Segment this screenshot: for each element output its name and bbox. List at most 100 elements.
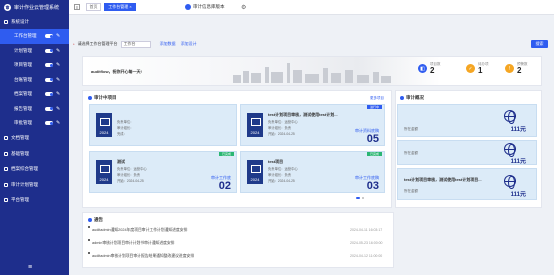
sidebar-item-approval[interactable]: 审批管理 ✎ — [0, 116, 69, 131]
overview-card-title: test计划项目审核，测试使用test计划项目... — [404, 177, 482, 182]
project-card[interactable]: 进行中 2024 test计划项目审核，测试使用test计划... 负责单位：运… — [240, 104, 385, 146]
edit-icon[interactable]: ✎ — [56, 120, 60, 126]
search-button[interactable]: 搜索 — [531, 40, 548, 48]
app-logo[interactable]: 审 审计作业云管理系统 — [0, 0, 69, 15]
toggle-switch[interactable] — [45, 106, 53, 111]
notice-item[interactable]: auditadmin审核计划项目审计报告结果通知整改建议进度安排 — [92, 254, 194, 259]
warning-icon: ! — [505, 64, 514, 73]
stat-todo[interactable]: ✓ 待办项 1 — [466, 62, 489, 75]
project-title: test项目 — [268, 159, 284, 164]
notice-date: 2024-05-23 16:00:00 — [350, 241, 383, 245]
status-badge: 已完成 — [218, 152, 234, 156]
globe-icon — [504, 143, 516, 157]
bullet — [88, 239, 90, 241]
edit-icon[interactable]: ✎ — [56, 77, 60, 83]
edit-icon[interactable]: ✎ — [56, 106, 60, 112]
project-card[interactable]: 已完成 2024 test项目 负责单位：运营中心 审计组长：负责 开始：202… — [240, 151, 385, 193]
notice-date: 2024-04-12 11:00:00 — [350, 254, 383, 258]
sidebar-item-platform[interactable]: 平台管理 — [0, 193, 69, 209]
toggle-switch[interactable] — [45, 48, 53, 53]
sidebar-group-label: 系统设计 — [11, 19, 29, 24]
sidebar-item-plan[interactable]: 计划管理 ✎ — [0, 44, 69, 59]
workbench-select[interactable]: 工作台 — [120, 40, 151, 48]
toggle-switch[interactable] — [45, 77, 53, 82]
globe-icon — [504, 110, 516, 124]
sidebar-item-basic[interactable]: 基础管理 — [0, 146, 69, 162]
section-icon — [88, 96, 92, 100]
sidebar-item-archive[interactable]: 档案管理 ✎ — [0, 87, 69, 102]
project-meta: 审计组长：负责 — [268, 173, 292, 177]
project-meta: 审计组长： — [117, 126, 134, 130]
overview-card[interactable]: 所在金额 111元 — [397, 140, 537, 165]
stat-projects[interactable]: ◧ 项目数 2 — [418, 62, 441, 75]
sidebar-item-label: 基础管理 — [11, 150, 29, 156]
project-meta: 负责单位： — [117, 120, 134, 124]
projects-title: 审计中项目 — [88, 95, 117, 101]
project-book-icon: 2024 — [96, 160, 112, 184]
overview-card[interactable]: 所在金额 111元 — [397, 104, 537, 137]
sidebar-item-workbench[interactable]: 工作台管理 ✎ — [0, 29, 69, 44]
required-mark: * — [73, 41, 75, 47]
sidebar-item-report[interactable]: 报告管理 ✎ — [0, 102, 69, 117]
notice-item[interactable]: admin审核计划项目审计计划书审计通知进度安排 — [92, 241, 174, 246]
project-meta: 负责单位：运营中心 — [117, 167, 147, 171]
welcome-text: auditflow，祝你开心每一天! — [91, 69, 142, 74]
carousel-dot[interactable] — [362, 197, 364, 199]
filter-label: 请选择工作台管理平台 — [77, 41, 118, 46]
sidebar-group-system[interactable]: 系统设计 — [0, 15, 69, 29]
add-design-link[interactable]: 添加设计 — [181, 41, 197, 47]
overview-count: 111元 — [510, 159, 526, 165]
project-icon: ◧ — [418, 64, 427, 73]
todo-icon: ✓ — [466, 64, 475, 73]
project-meta: 开始：2024-04-25 — [268, 132, 295, 136]
edit-icon[interactable]: ✎ — [56, 91, 60, 97]
document-icon — [4, 136, 8, 141]
project-book-icon: 2024 — [247, 160, 263, 184]
edit-icon[interactable]: ✎ — [56, 33, 60, 39]
notice-date: 2024-04-11 16:03:17 — [350, 228, 383, 232]
stat-warning[interactable]: ! 预警数 2 — [505, 62, 528, 75]
settings-icon[interactable]: ⚙ — [241, 4, 246, 11]
carousel-dot[interactable] — [356, 197, 360, 199]
edit-icon[interactable]: ✎ — [56, 62, 60, 68]
more-projects-link[interactable]: 更多项目 — [370, 96, 384, 101]
edit-icon[interactable]: ✎ — [56, 48, 60, 54]
sidebar-item-label: 报告管理 — [14, 105, 32, 111]
collapse-icon[interactable]: ≡ — [74, 4, 80, 10]
stat-value: 2 — [517, 66, 522, 75]
project-book-icon: 2024 — [247, 113, 263, 137]
stat-value: 1 — [478, 66, 483, 75]
overview-card[interactable]: test计划项目审核，测试使用test计划项目... 所在金额 111元 — [397, 168, 537, 200]
toggle-switch[interactable] — [45, 121, 53, 125]
overview-title: 审计概况 — [400, 95, 424, 101]
project-meta: 完成： — [117, 132, 127, 136]
project-card[interactable]: 已完成 2024 测试 负责单位：运营中心 审计组长：负责 开始：2024-04… — [89, 151, 237, 193]
carousel-dots[interactable] — [356, 197, 364, 199]
tab-workbench[interactable]: 工作台管理 × — [104, 3, 136, 11]
project-meta: 审计组长：负责 — [268, 126, 292, 130]
toggle-switch[interactable] — [45, 63, 53, 67]
menu-icon[interactable]: ≡ — [28, 264, 32, 271]
sidebar-item-project[interactable]: 项目管理 ✎ — [0, 58, 69, 73]
sidebar-item-label: 档案管理 — [14, 91, 32, 97]
overview-label: 所在金额 — [404, 127, 418, 131]
project-meta: 负责单位：运营中心 — [268, 167, 298, 171]
notice-item[interactable]: auditadmin通知2024年度项目审计工作计划通知进度安排 — [92, 228, 187, 233]
sidebar-item-ledger[interactable]: 台账管理 ✎ — [0, 73, 69, 88]
toggle-switch[interactable] — [45, 34, 53, 38]
project-meta: 审计组长：负责 — [117, 173, 141, 177]
project-meta: 开始：2024-04-25 — [117, 179, 144, 183]
sidebar-item-archive-all[interactable]: 档案综合管理 — [0, 162, 69, 178]
version-switch[interactable]: 审计信息库版本 — [185, 3, 225, 11]
version-icon — [185, 4, 191, 10]
sidebar-item-audit-plan[interactable]: 审计计划管理 — [0, 177, 69, 193]
toggle-switch[interactable] — [45, 92, 53, 96]
tab-home[interactable]: 首页 — [86, 3, 101, 11]
logo-icon: 审 — [4, 4, 11, 11]
sidebar-item-docs[interactable]: 文档管理 — [0, 131, 69, 147]
sidebar-item-label: 档案综合管理 — [11, 166, 38, 172]
status-badge: 进行中 — [366, 105, 382, 109]
project-meta: 开始：2024-04-25 — [268, 179, 295, 183]
add-data-link[interactable]: 添加数据 — [160, 41, 176, 47]
project-card[interactable]: 2024 负责单位： 审计组长： 完成： — [89, 104, 237, 146]
